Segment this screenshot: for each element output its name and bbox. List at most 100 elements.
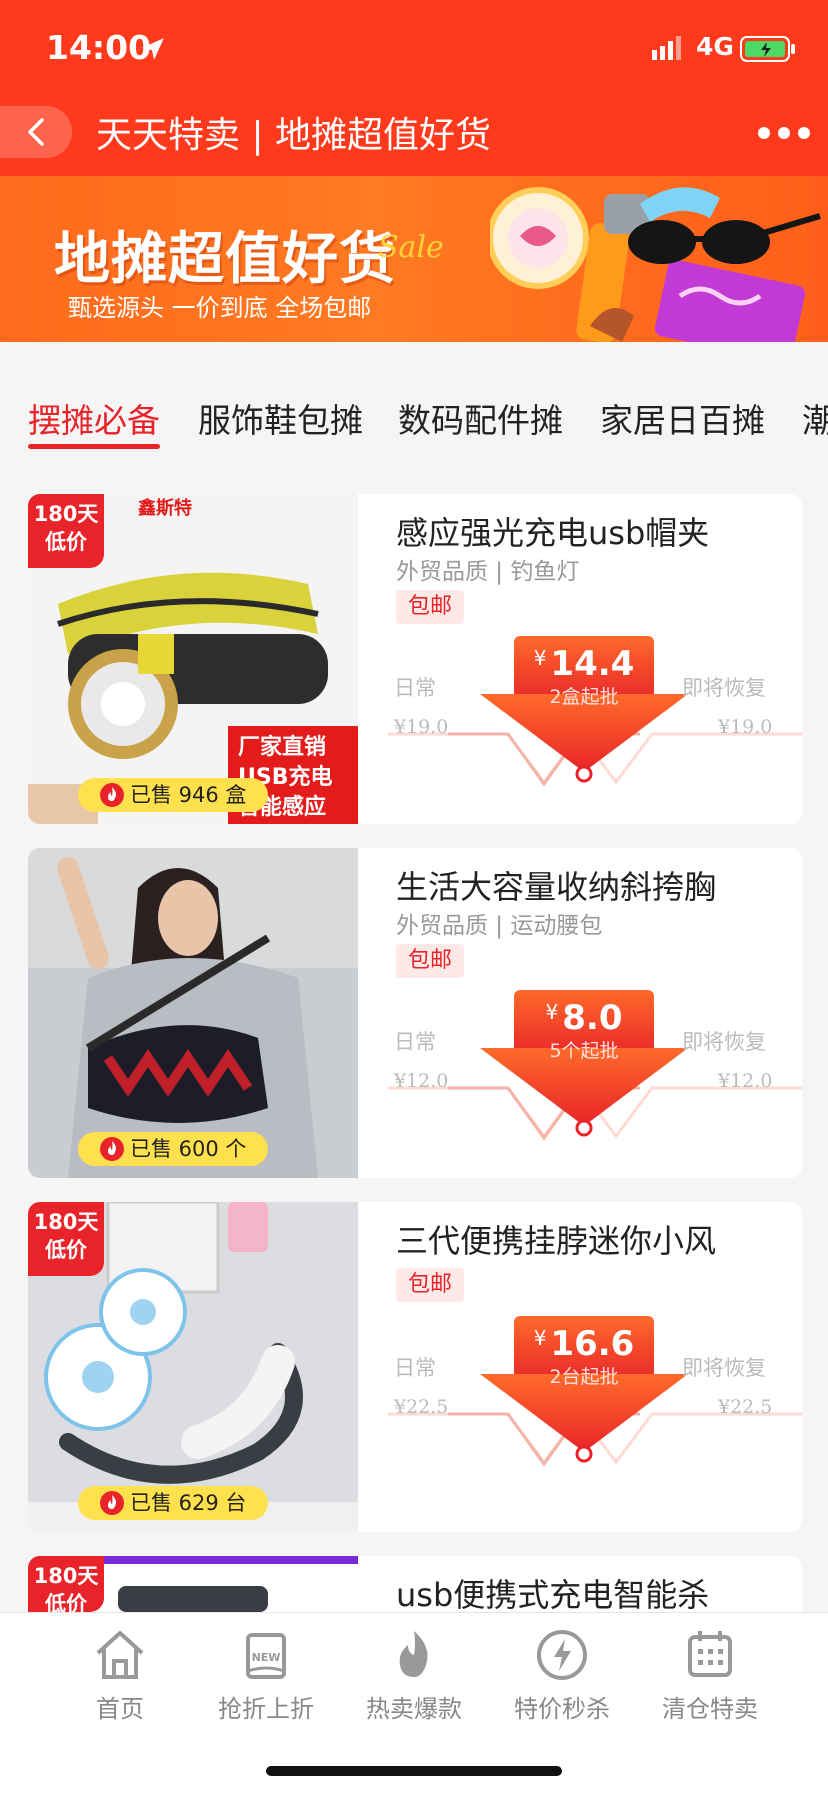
product-title[interactable]: usb便携式充电智能杀 bbox=[396, 1570, 796, 1612]
promo-banner[interactable]: 地摊超值好货 Sale 甄选源头 一价到底 全场包邮 bbox=[0, 176, 828, 342]
usual-price: ¥22.5 bbox=[394, 1396, 449, 1418]
image-caption-line1: 厂家直销 bbox=[238, 734, 326, 760]
usual-price: ¥12.0 bbox=[394, 1070, 449, 1092]
currency-symbol: ¥ bbox=[533, 646, 547, 670]
free-shipping-tag: 包邮 bbox=[396, 1268, 464, 1302]
usual-price: ¥19.0 bbox=[394, 716, 449, 738]
chevron-left-icon bbox=[28, 118, 44, 146]
tab-home-daily[interactable]: 家居日百摊 bbox=[600, 394, 765, 442]
product-card[interactable]: 180天 低价 已售 629 台 三代便携挂脖迷你小风 包邮 日常 ¥22.5 … bbox=[28, 1202, 802, 1532]
badge-line2: 低价 bbox=[45, 1238, 87, 1262]
banner-products-illustration bbox=[490, 187, 821, 342]
current-price: 16.6 bbox=[550, 1324, 635, 1364]
sold-count-text: 已售 946 盒 bbox=[130, 783, 247, 807]
current-price-box: ¥8.0 5个起批 bbox=[514, 998, 654, 1088]
active-tab-indicator bbox=[28, 444, 160, 449]
usual-price-label: 日常 bbox=[394, 1030, 436, 1054]
nav-bar: 天天特卖 | 地摊超值好货 bbox=[0, 98, 828, 176]
banner-subtitle: 甄选源头 一价到底 全场包邮 bbox=[68, 294, 372, 322]
more-options-icon[interactable] bbox=[754, 118, 814, 148]
restore-price: ¥22.5 bbox=[718, 1396, 773, 1418]
tab-digital-accessories[interactable]: 数码配件摊 bbox=[398, 394, 563, 442]
tabbar-label: 特价秒杀 bbox=[514, 1695, 610, 1723]
battery-icon bbox=[740, 36, 795, 62]
restore-price-label: 即将恢复 bbox=[682, 1030, 766, 1054]
180-day-low-price-badge: 180天 低价 bbox=[28, 494, 104, 568]
product-title[interactable]: 三代便携挂脖迷你小风 bbox=[396, 1216, 796, 1262]
badge-line2: 低价 bbox=[45, 530, 87, 554]
tabbar-item-home[interactable]: 首页 bbox=[46, 1613, 194, 1733]
calendar-icon bbox=[688, 1631, 732, 1677]
tabbar-label: 首页 bbox=[96, 1695, 144, 1723]
product-subtitle: 外贸品质 | 钓鱼灯 bbox=[396, 559, 580, 585]
status-bar: 14:00 4G bbox=[0, 0, 828, 98]
waist-bag-photo bbox=[28, 848, 358, 1178]
badge-line1: 180天 bbox=[33, 1210, 99, 1234]
badge-line1: 180天 bbox=[33, 502, 99, 526]
signal-icon bbox=[652, 36, 681, 60]
home-indicator bbox=[266, 1766, 562, 1776]
lightning-icon bbox=[537, 1630, 587, 1680]
tabbar-label: 抢折上折 bbox=[218, 1695, 314, 1723]
sold-count-pill: 已售 600 个 bbox=[78, 1132, 269, 1166]
tabbar-item-hot[interactable]: 热卖爆款 bbox=[340, 1613, 488, 1733]
sold-count-text: 已售 629 台 bbox=[130, 1491, 247, 1515]
current-price-box: ¥16.6 2台起批 bbox=[514, 1324, 654, 1414]
currency-symbol: ¥ bbox=[533, 1326, 547, 1350]
current-price-box: ¥14.4 2盒起批 bbox=[514, 644, 654, 734]
product-title[interactable]: 生活大容量收纳斜挎胸 bbox=[396, 862, 796, 908]
product-image-waist-bag[interactable] bbox=[28, 848, 358, 1178]
tabbar-label: 热卖爆款 bbox=[366, 1695, 462, 1723]
svg-text:NEW: NEW bbox=[252, 1651, 281, 1664]
sold-count-text: 已售 600 个 bbox=[130, 1137, 247, 1161]
restore-price-label: 即将恢复 bbox=[682, 676, 766, 700]
new-badge-icon: NEW bbox=[246, 1633, 286, 1679]
minimum-order-qty: 2台起批 bbox=[549, 1366, 619, 1388]
product-card[interactable]: 180天 低价 usb便携式充电智能杀 bbox=[28, 1556, 802, 1612]
image-brand-text: 鑫斯特 bbox=[137, 497, 192, 519]
sold-count-pill: 已售 946 盒 bbox=[78, 778, 269, 812]
location-arrow-icon bbox=[142, 38, 164, 60]
network-type: 4G bbox=[696, 32, 734, 61]
180-day-low-price-badge: 180天 低价 bbox=[28, 1202, 104, 1276]
app-header: 14:00 4G 天天特卖 | 地摊超值好货 bbox=[0, 0, 828, 176]
restore-price-label: 即将恢复 bbox=[682, 1356, 766, 1380]
currency-symbol: ¥ bbox=[545, 1000, 559, 1024]
free-shipping-tag: 包邮 bbox=[396, 944, 464, 978]
current-price: 14.4 bbox=[550, 644, 635, 684]
180-day-low-price-badge: 180天 低价 bbox=[28, 1556, 104, 1612]
product-title[interactable]: 感应强光充电usb帽夹 bbox=[396, 508, 796, 554]
badge-line1: 180天 bbox=[33, 1564, 99, 1588]
minimum-order-qty: 2盒起批 bbox=[549, 686, 619, 708]
badge-line2: 低价 bbox=[45, 1592, 87, 1612]
fire-icon bbox=[100, 1491, 124, 1515]
fire-icon bbox=[100, 783, 124, 807]
restore-price: ¥12.0 bbox=[718, 1070, 773, 1092]
tabbar-label: 清仓特卖 bbox=[662, 1695, 758, 1723]
flame-icon bbox=[399, 1631, 428, 1677]
product-subtitle: 外贸品质 | 运动腰包 bbox=[396, 913, 603, 939]
banner-sale-text: Sale bbox=[378, 230, 444, 265]
current-price: 8.0 bbox=[562, 998, 623, 1038]
tab-apparel-shoes-bags[interactable]: 服饰鞋包摊 bbox=[198, 394, 363, 442]
tabbar-item-discount[interactable]: NEW 抢折上折 bbox=[192, 1613, 340, 1733]
sold-count-pill: 已售 629 台 bbox=[78, 1486, 269, 1520]
tab-trend[interactable]: 潮 bbox=[802, 394, 828, 442]
product-card[interactable]: 厂家直销 USB充电 智能感应 鑫斯特 180天 低价 已售 946 盒 感应强… bbox=[28, 494, 802, 824]
usual-price-label: 日常 bbox=[394, 676, 436, 700]
free-shipping-tag: 包邮 bbox=[396, 590, 464, 624]
tabbar-item-clearance[interactable]: 清仓特卖 bbox=[636, 1613, 784, 1733]
usual-price-label: 日常 bbox=[394, 1356, 436, 1380]
product-card[interactable]: 已售 600 个 生活大容量收纳斜挎胸 外贸品质 | 运动腰包 包邮 日常 ¥1… bbox=[28, 848, 802, 1178]
tab-stall-essentials[interactable]: 摆摊必备 bbox=[28, 394, 160, 442]
status-time: 14:00 bbox=[46, 28, 152, 67]
back-button[interactable] bbox=[0, 106, 72, 158]
fire-icon bbox=[100, 1137, 124, 1161]
category-tabs: 摆摊必备 服饰鞋包摊 数码配件摊 家居日百摊 潮 bbox=[0, 342, 828, 456]
home-icon bbox=[96, 1631, 144, 1679]
restore-price: ¥19.0 bbox=[718, 716, 773, 738]
page-title: 天天特卖 | 地摊超值好货 bbox=[96, 115, 492, 156]
tabbar-item-flash-sale[interactable]: 特价秒杀 bbox=[488, 1613, 636, 1733]
banner-title: 地摊超值好货 bbox=[54, 227, 396, 292]
minimum-order-qty: 5个起批 bbox=[549, 1040, 619, 1062]
